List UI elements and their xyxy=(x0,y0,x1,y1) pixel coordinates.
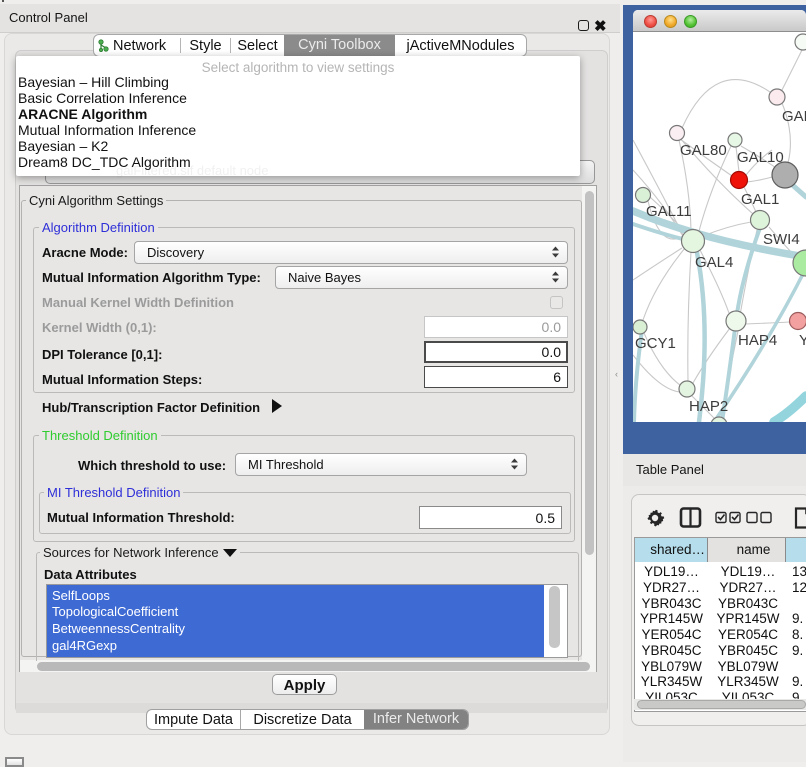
svg-text:GAL11: GAL11 xyxy=(646,203,692,220)
svg-text:YD: YD xyxy=(799,332,806,349)
svg-text:SWI4: SWI4 xyxy=(763,231,800,248)
svg-text:GAL10: GAL10 xyxy=(737,149,784,166)
svg-text:HAP4: HAP4 xyxy=(738,332,777,349)
svg-text:GAL2: GAL2 xyxy=(782,108,806,125)
svg-text:HAP2: HAP2 xyxy=(689,398,728,415)
svg-text:GAL4: GAL4 xyxy=(695,254,733,271)
svg-text:GAL1: GAL1 xyxy=(741,191,779,208)
svg-text:GCY1: GCY1 xyxy=(635,335,676,352)
svg-text:GAL80: GAL80 xyxy=(680,142,727,159)
